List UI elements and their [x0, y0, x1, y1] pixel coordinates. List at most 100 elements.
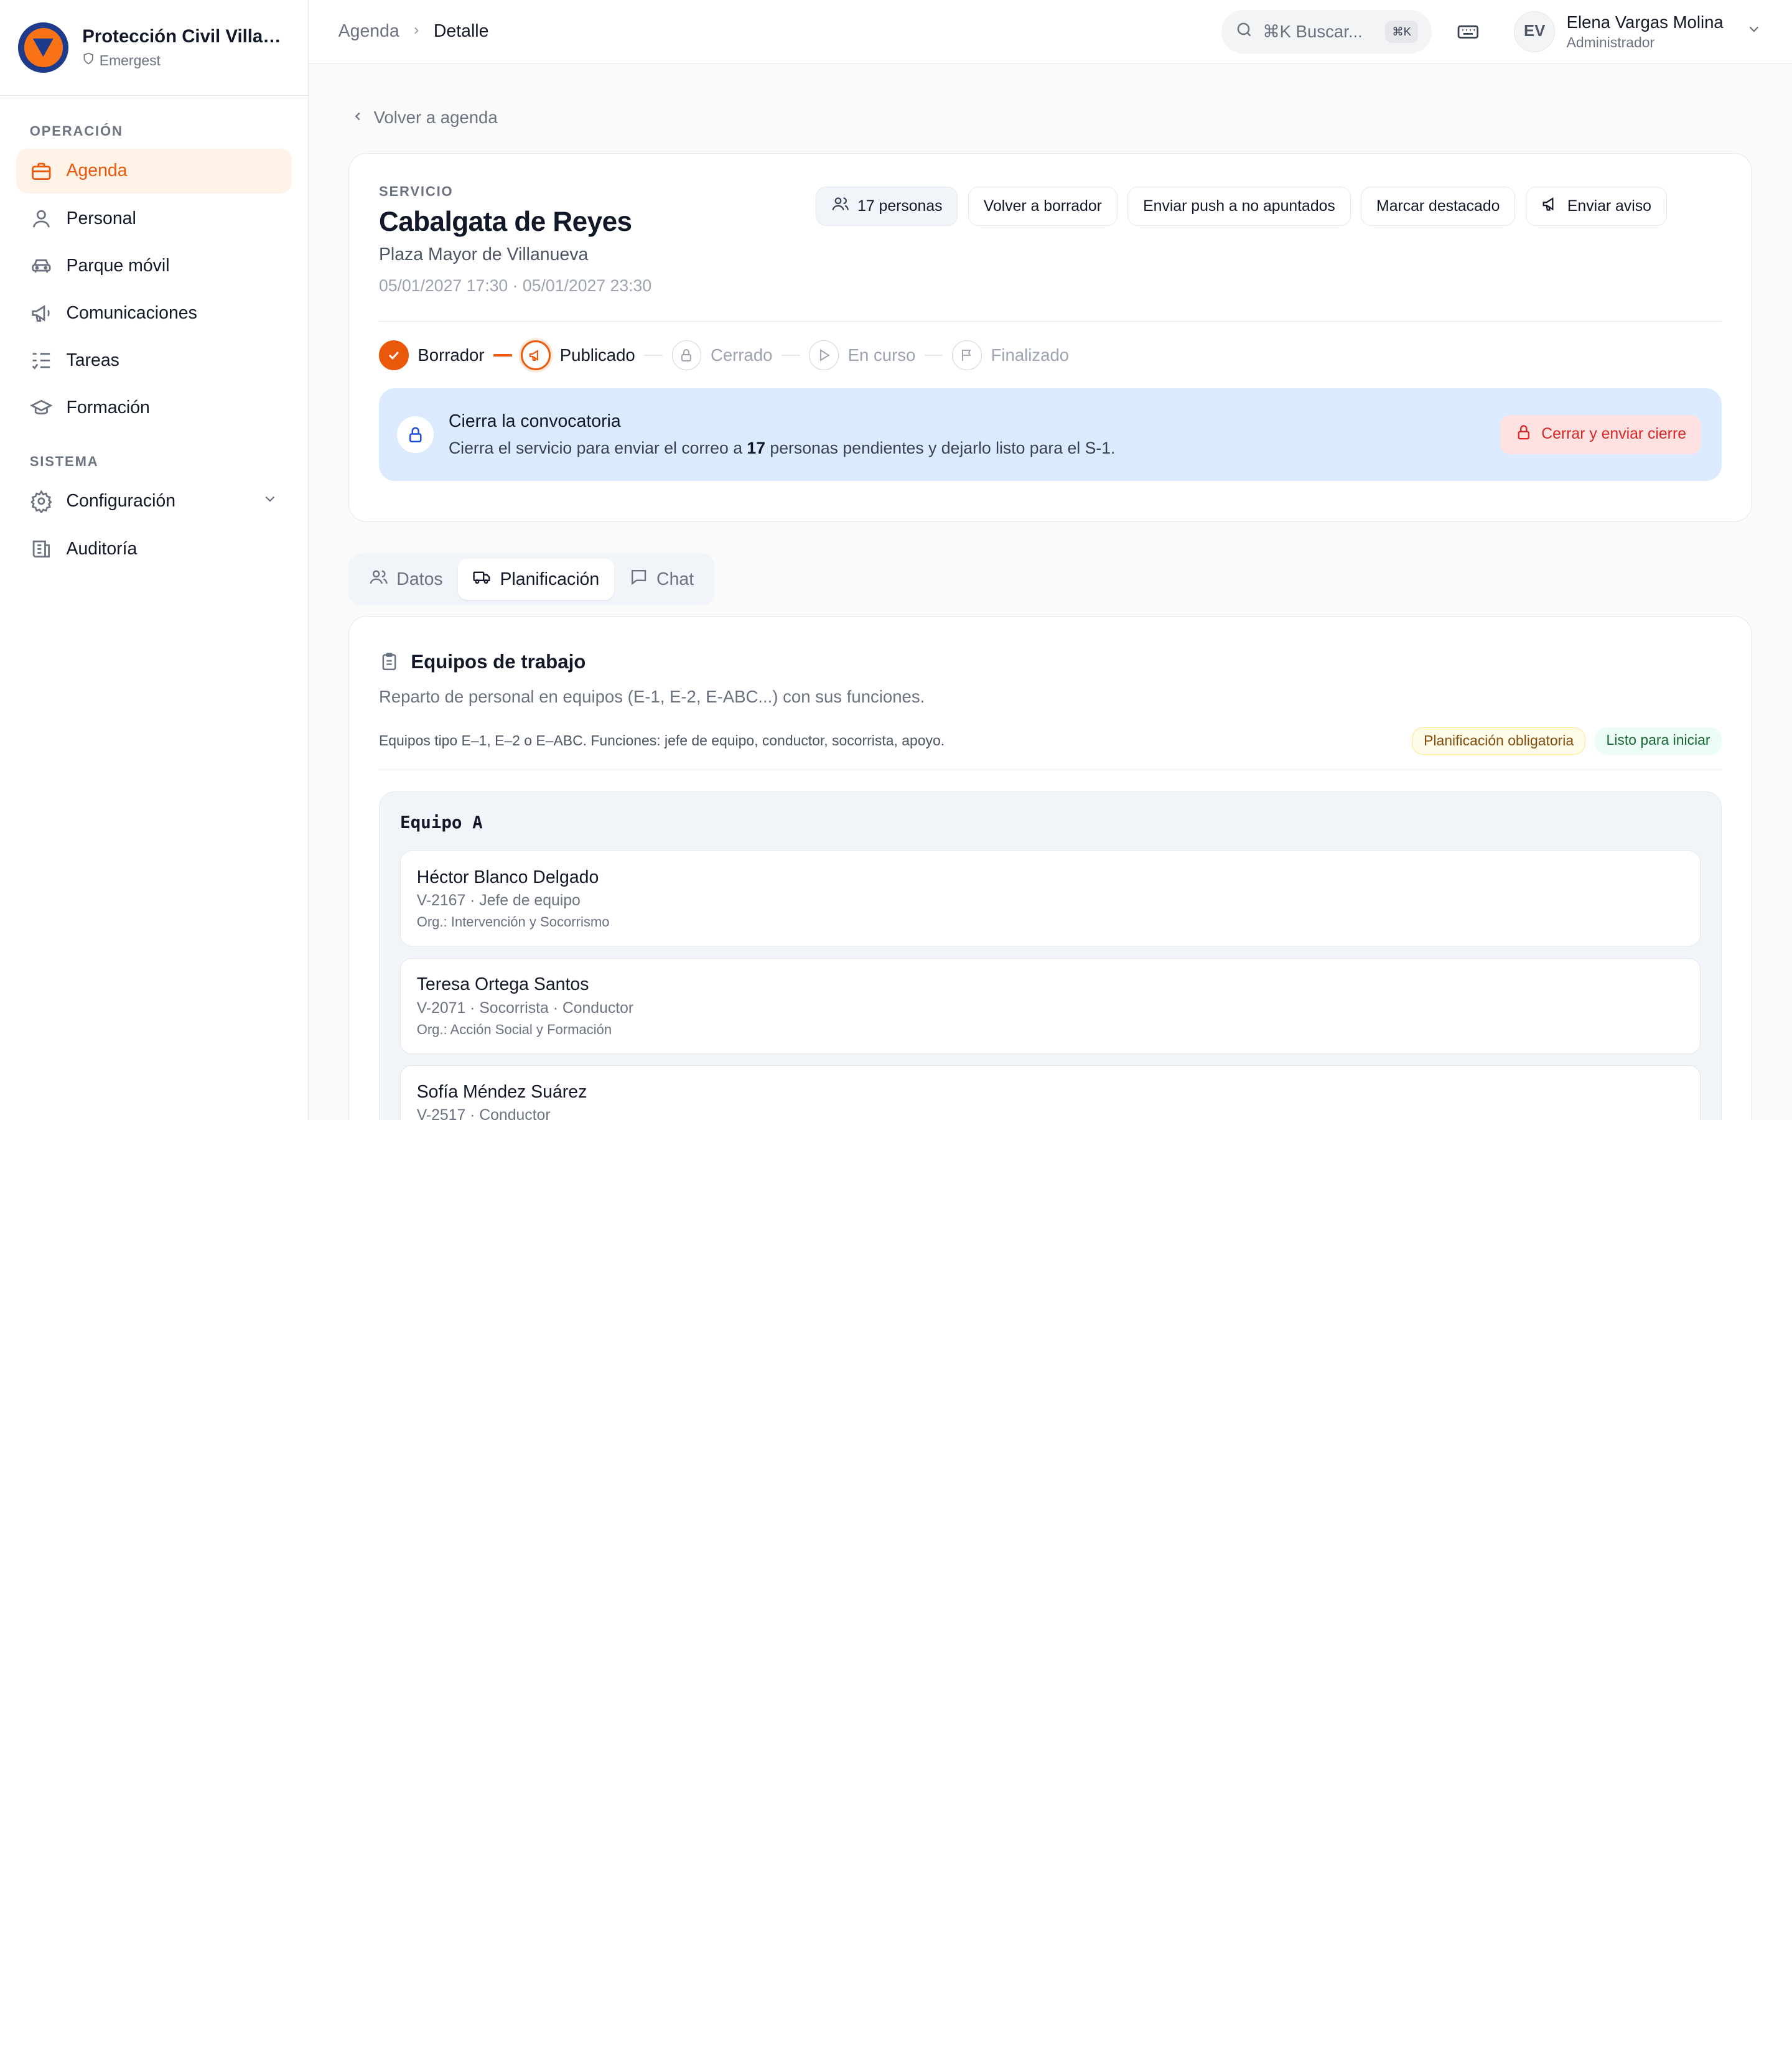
step-connector — [493, 353, 512, 357]
status-badge: Listo para iniciar — [1595, 727, 1722, 755]
step-connector — [782, 354, 800, 356]
step-connector — [925, 354, 943, 356]
planning-description: Reparto de personal en equipos (E-1, E-2… — [378, 687, 925, 707]
member-name: Sofía Méndez Suárez — [416, 1081, 587, 1102]
send-notice-button[interactable]: Enviar aviso — [1525, 187, 1667, 226]
brand-logo — [18, 22, 69, 73]
keyboard-icon[interactable] — [1457, 21, 1480, 44]
main-area: Agenda Detalle ⌘K Buscar... ⌘K EV Elena … — [308, 0, 1792, 1120]
user-menu[interactable]: EV Elena Vargas Molina Administrador — [1514, 11, 1762, 52]
team-name: Equipo A — [399, 812, 483, 833]
chevron-down-icon — [1746, 21, 1762, 42]
sidebar-item-label: Configuración — [66, 491, 176, 511]
sidebar-item-label: Agenda — [66, 161, 128, 181]
list-item[interactable]: Sofía Méndez Suárez V-2517 · Conductor — [399, 1065, 1701, 1120]
breadcrumb-agenda[interactable]: Agenda — [338, 21, 399, 42]
brand-header[interactable]: Protección Civil Villanueva Emergest — [0, 0, 308, 96]
user-name: Elena Vargas Molina — [1566, 12, 1724, 32]
step-connector — [644, 354, 663, 356]
sidebar-item-label: Formación — [66, 398, 150, 418]
ledger-icon — [30, 538, 53, 561]
member-role: V-2167 · Jefe de equipo — [416, 892, 581, 909]
chevron-right-icon — [411, 23, 422, 40]
search-icon — [1235, 21, 1253, 43]
car-icon — [30, 254, 53, 278]
megaphone-icon — [521, 340, 551, 370]
sidebar-item-label: Auditoría — [66, 538, 138, 559]
truck-icon — [472, 567, 492, 592]
sidebar-item-formacion[interactable]: Formación — [16, 386, 292, 431]
gear-icon — [30, 490, 53, 513]
back-link-label: Volver a agenda — [373, 108, 498, 128]
back-link[interactable]: Volver a agenda — [351, 108, 1752, 128]
send-push-button[interactable]: Enviar push a no apuntados — [1127, 187, 1351, 226]
member-name: Teresa Ortega Santos — [416, 974, 589, 995]
detail-tabs: Datos Planificación Chat — [348, 553, 715, 606]
sidebar-item-parque-movil[interactable]: Parque móvil — [16, 243, 292, 288]
member-org: Org.: Acción Social y Formación — [416, 1021, 612, 1037]
nav-heading-operacion: OPERACIÓN — [29, 123, 123, 139]
step-cerrado: Cerrado — [671, 340, 772, 370]
service-label: SERVICIO — [378, 183, 454, 199]
member-role: V-2071 · Socorrista · Conductor — [416, 999, 634, 1017]
close-and-send-button[interactable]: Cerrar y enviar cierre — [1500, 415, 1701, 454]
step-en-curso: En curso — [809, 340, 915, 370]
sidebar-item-personal[interactable]: Personal — [16, 196, 292, 241]
sidebar-item-auditoria[interactable]: Auditoría — [16, 526, 292, 571]
alert-title: Cierra la convocatoria — [448, 411, 621, 431]
service-actions: 17 personas Volver a borrador Enviar pus… — [816, 187, 1667, 296]
lock-icon — [397, 416, 434, 453]
service-place: Plaza Mayor de Villanueva — [378, 244, 589, 264]
mark-featured-button[interactable]: Marcar destacado — [1361, 187, 1516, 226]
close-call-alert: Cierra la convocatoria Cierra el servici… — [378, 388, 1722, 481]
planning-card: Equipos de trabajo Reparto de personal e… — [348, 615, 1752, 1120]
tasks-icon — [30, 349, 53, 372]
alert-description: Cierra el servicio para enviar el correo… — [448, 438, 1116, 457]
planning-title: Equipos de trabajo — [411, 651, 586, 673]
member-org: Org.: Intervención y Socorrismo — [416, 914, 610, 930]
sidebar-item-tareas[interactable]: Tareas — [16, 338, 292, 383]
lock-icon — [1515, 424, 1533, 445]
chevron-down-icon[interactable] — [262, 491, 278, 512]
brand-subtitle: Emergest — [99, 52, 161, 68]
search-input[interactable]: ⌘K Buscar... ⌘K — [1221, 10, 1432, 54]
status-stepper: Borrador Publicado Cerrado En curso Fina… — [378, 340, 1722, 370]
shield-icon — [82, 52, 95, 69]
list-item[interactable]: Héctor Blanco Delgado V-2167 · Jefe de e… — [399, 850, 1701, 947]
users-icon — [369, 567, 388, 592]
team-panel: Equipo A Héctor Blanco Delgado V-2167 · … — [378, 791, 1722, 1120]
tab-planificacion[interactable]: Planificación — [457, 559, 615, 600]
back-to-draft-button[interactable]: Volver a borrador — [968, 187, 1118, 226]
brand-title: Protección Civil Villanueva — [82, 26, 288, 47]
member-name: Héctor Blanco Delgado — [416, 867, 599, 887]
clipboard-icon — [379, 651, 399, 672]
breadcrumb-detalle: Detalle — [433, 21, 489, 42]
planning-note: Equipos tipo E–1, E–2 o E–ABC. Funciones… — [378, 732, 945, 749]
lock-icon — [671, 340, 702, 370]
sidebar-item-agenda[interactable]: Agenda — [16, 149, 292, 194]
user-role: Administrador — [1566, 34, 1655, 51]
check-icon — [378, 340, 409, 370]
chevron-left-icon — [351, 108, 365, 128]
sidebar: Protección Civil Villanueva Emergest OPE… — [0, 0, 309, 1120]
sidebar-item-comunicaciones[interactable]: Comunicaciones — [16, 291, 292, 336]
tab-datos[interactable]: Datos — [354, 559, 457, 600]
tab-chat[interactable]: Chat — [614, 559, 709, 600]
sidebar-item-label: Tareas — [66, 350, 119, 371]
sidebar-item-label: Personal — [66, 208, 136, 228]
megaphone-icon — [30, 302, 53, 325]
briefcase-icon — [30, 160, 53, 183]
member-role: V-2517 · Conductor — [416, 1107, 551, 1120]
step-borrador: Borrador — [378, 340, 485, 370]
people-count-button[interactable]: 17 personas — [816, 187, 958, 226]
divider — [378, 769, 1722, 771]
sidebar-item-label: Parque móvil — [66, 255, 170, 276]
search-placeholder: ⌘K Buscar... — [1262, 21, 1363, 41]
megaphone-icon — [1541, 195, 1559, 217]
list-item[interactable]: Teresa Ortega Santos V-2071 · Socorrista… — [399, 958, 1701, 1054]
topbar: Agenda Detalle ⌘K Buscar... ⌘K EV Elena … — [308, 0, 1792, 64]
sidebar-item-configuracion[interactable]: Configuración — [16, 479, 292, 524]
chat-icon — [629, 567, 648, 592]
nav-heading-sistema: SISTEMA — [29, 454, 99, 470]
step-finalizado: Finalizado — [952, 340, 1069, 370]
